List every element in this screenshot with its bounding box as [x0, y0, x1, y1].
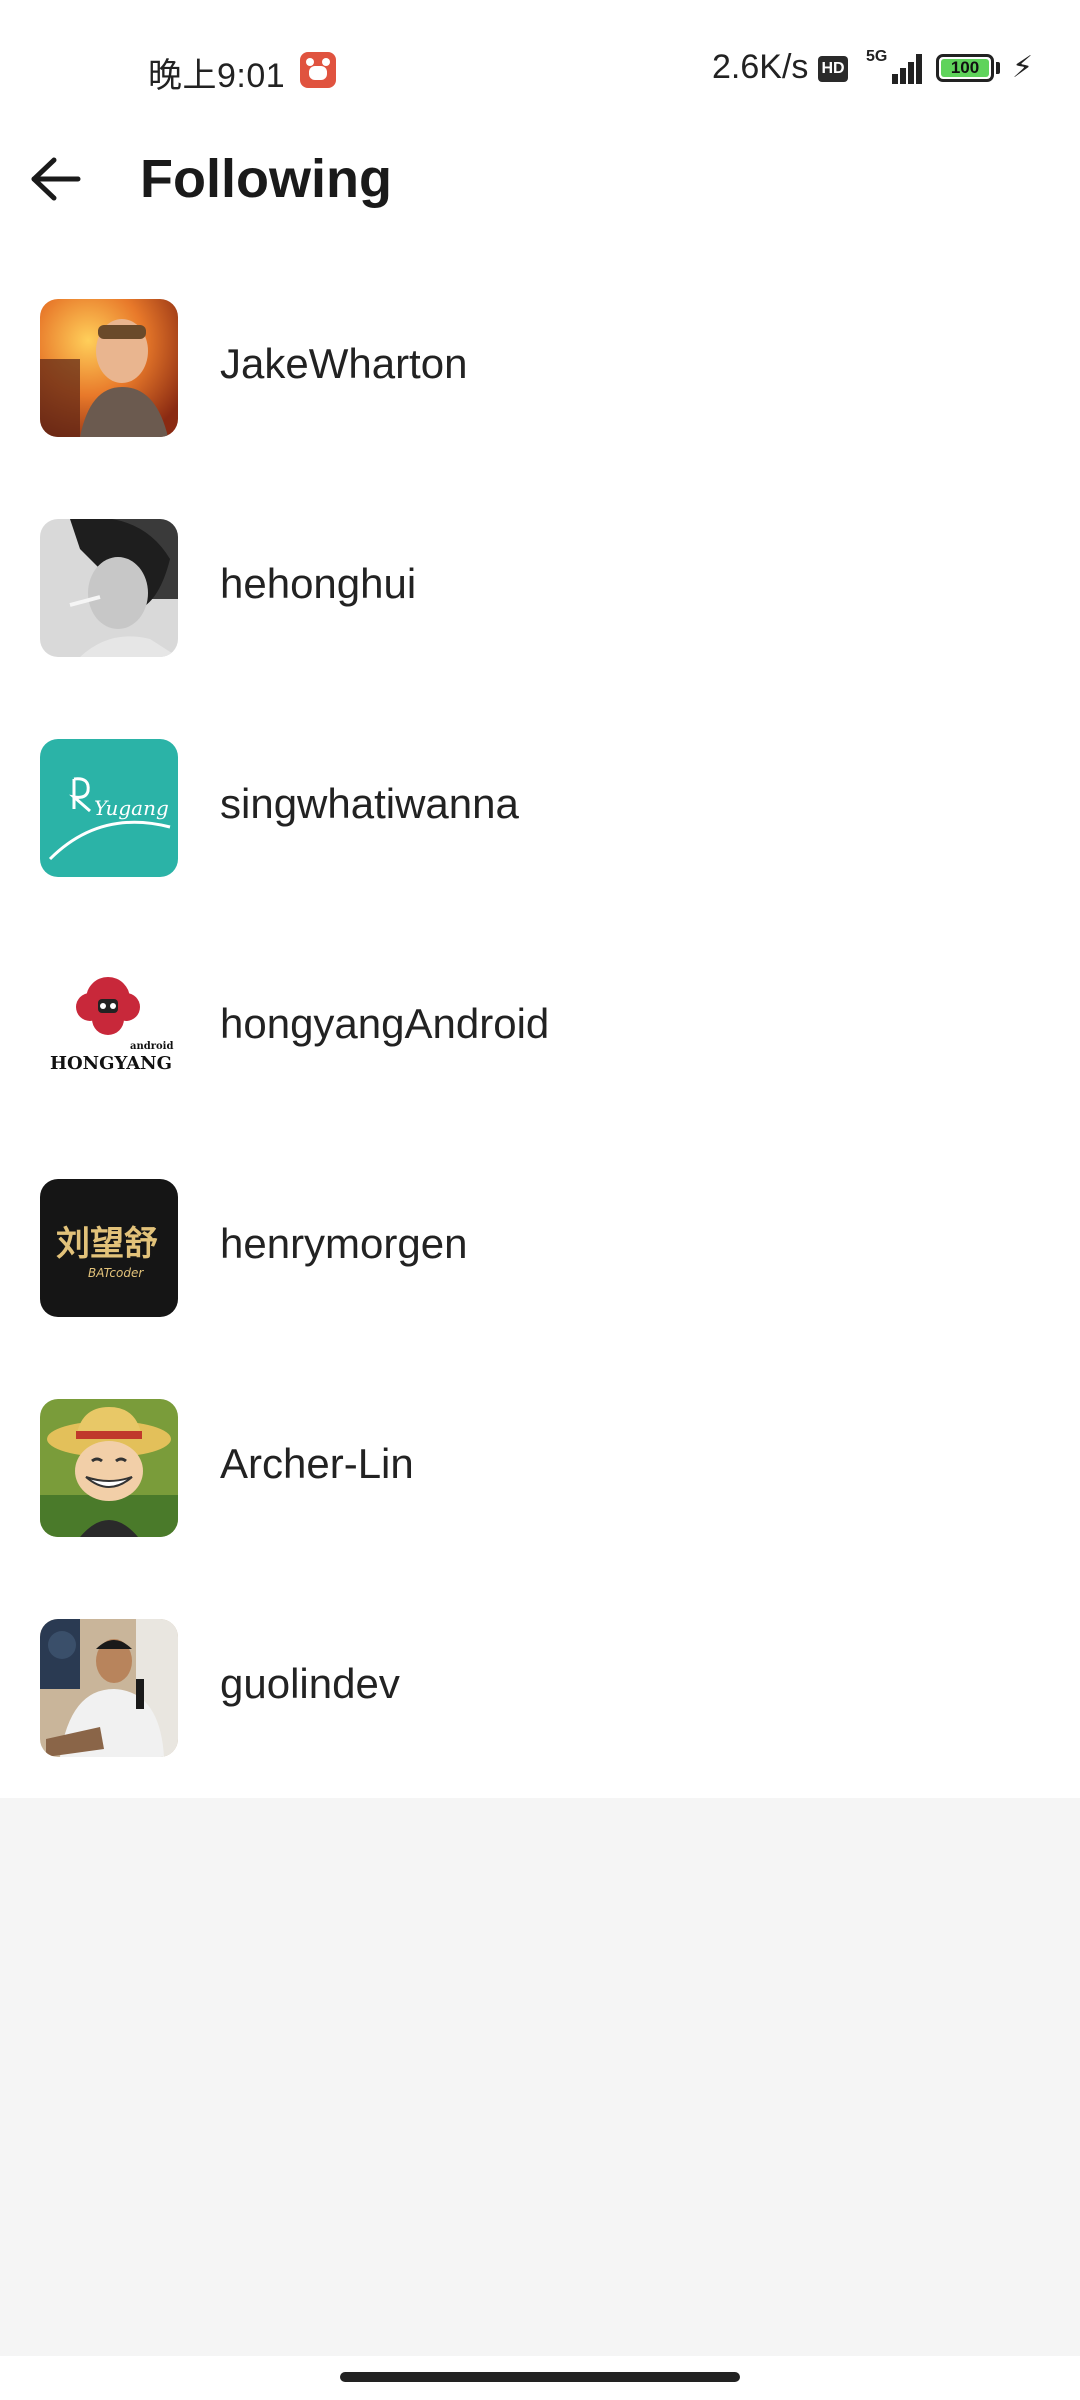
page-title: Following — [140, 149, 392, 209]
network-speed: 2.6K/s — [712, 48, 809, 86]
list-item[interactable]: android HONGYANG hongyangAndroid — [0, 950, 1080, 1170]
battery-tip — [996, 62, 1000, 74]
avatar — [40, 299, 178, 437]
app-root: 晚上9:01 2.6K/s HD 5G 100 ⚡ Following Jake… — [0, 0, 1080, 2400]
status-bar: 晚上9:01 2.6K/s HD 5G 100 ⚡ — [0, 0, 1080, 140]
svg-text:Yugang: Yugang — [94, 796, 169, 820]
username: hehonghui — [220, 560, 417, 607]
username: guolindev — [220, 1660, 400, 1707]
svg-text:android: android — [130, 1041, 173, 1052]
battery-icon: 100 — [936, 54, 994, 82]
list-item[interactable]: guolindev — [0, 1610, 1080, 1830]
username: JakeWharton — [220, 340, 468, 387]
battery-level: 100 — [941, 59, 989, 77]
username: Archer-Lin — [220, 1440, 414, 1487]
svg-text:刘望舒: 刘望舒 — [56, 1224, 158, 1264]
status-time: 晚上9:01 — [148, 57, 286, 95]
username: singwhatiwanna — [220, 780, 519, 827]
svg-text:BATcoder: BATcoder — [88, 1266, 144, 1280]
charging-icon: ⚡ — [1012, 51, 1034, 84]
avatar: Yugang — [40, 739, 178, 877]
list-item[interactable]: Archer-Lin — [0, 1390, 1080, 1610]
list-item[interactable]: hehonghui — [0, 510, 1080, 730]
svg-text:HONGYANG: HONGYANG — [50, 1053, 172, 1074]
avatar — [40, 1399, 178, 1537]
username: hongyangAndroid — [220, 1000, 550, 1047]
avatar: android HONGYANG — [40, 959, 178, 1097]
list-item[interactable]: JakeWharton — [0, 290, 1080, 510]
home-indicator[interactable] — [340, 2372, 740, 2382]
list-item[interactable]: Yugang singwhatiwanna — [0, 730, 1080, 950]
arrow-left-icon — [31, 157, 81, 201]
avatar — [40, 1619, 178, 1757]
avatar: 刘望舒 BATcoder — [40, 1179, 178, 1317]
list-item[interactable]: 刘望舒 BATcoder henrymorgen — [0, 1170, 1080, 1390]
avatar — [40, 519, 178, 657]
back-button[interactable] — [20, 140, 90, 220]
hd-icon: HD — [818, 56, 848, 82]
toolbar: Following — [0, 140, 1080, 290]
username: henrymorgen — [220, 1220, 468, 1267]
signal-icon — [880, 52, 922, 84]
notification-app-icon — [300, 52, 336, 88]
following-list: JakeWharton hehonghui Yugang singwhatiwa… — [0, 290, 1080, 1798]
